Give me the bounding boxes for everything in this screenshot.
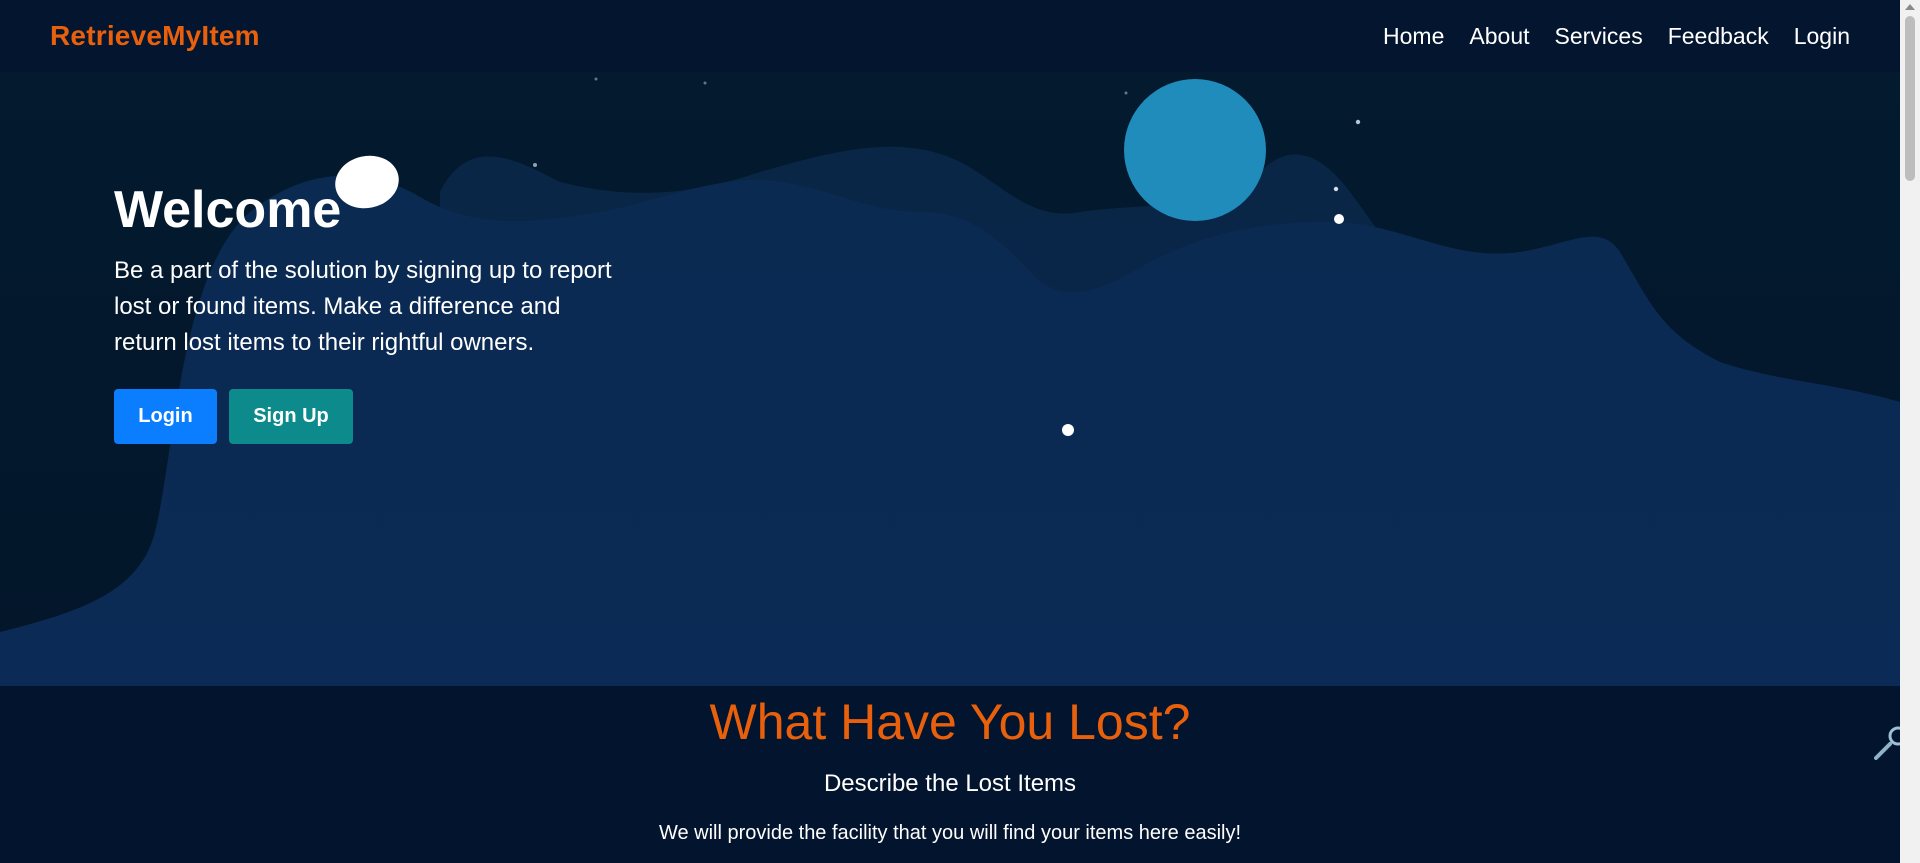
nav-link-services[interactable]: Services — [1555, 23, 1643, 50]
magnifier-icon — [1874, 726, 1900, 760]
nav-link-feedback[interactable]: Feedback — [1668, 23, 1769, 50]
star-7 — [1334, 214, 1344, 224]
hero-buttons: Login Sign Up — [114, 389, 614, 445]
hero-text: Be a part of the solution by signing up … — [114, 257, 612, 357]
brand-logo[interactable]: RetrieveMyItem — [50, 20, 260, 52]
nav-links: Home About Services Feedback Login — [1383, 23, 1850, 50]
scroll-thumb[interactable] — [1905, 16, 1915, 181]
scroll-up-arrow-icon[interactable] — [1905, 4, 1915, 10]
nav-link-about[interactable]: About — [1469, 23, 1529, 50]
lost-description: We will provide the facility that you wi… — [658, 822, 1242, 844]
star-4 — [1124, 91, 1128, 95]
nav-link-login[interactable]: Login — [1794, 23, 1850, 50]
page-scrollbar[interactable] — [1900, 0, 1920, 863]
star-5 — [1355, 119, 1361, 125]
lost-subtitle: Describe the Lost Items — [823, 770, 1077, 797]
star-1 — [533, 163, 537, 167]
star-8 — [1062, 424, 1074, 436]
nav-link-home[interactable]: Home — [1383, 23, 1444, 50]
login-button[interactable]: Login — [114, 389, 217, 445]
star-2 — [594, 77, 598, 81]
navbar: RetrieveMyItem Home About Services Feedb… — [0, 0, 1900, 72]
hero-title: Welcome — [114, 181, 342, 239]
star-3 — [703, 81, 707, 85]
page: RetrieveMyItem Home About Services Feedb… — [0, 0, 1920, 863]
moon-circle — [1124, 79, 1266, 221]
star-6 — [1333, 186, 1339, 192]
hero-content: Welcome Be a part of the solution by sig… — [114, 181, 614, 445]
sign-up-button[interactable]: Sign Up — [229, 389, 353, 445]
lost-section: What Have You Lost? Describe the Lost It… — [0, 686, 1900, 863]
lost-title: What Have You Lost? — [709, 694, 1191, 750]
hero-section: Welcome Be a part of the solution by sig… — [0, 72, 1900, 686]
